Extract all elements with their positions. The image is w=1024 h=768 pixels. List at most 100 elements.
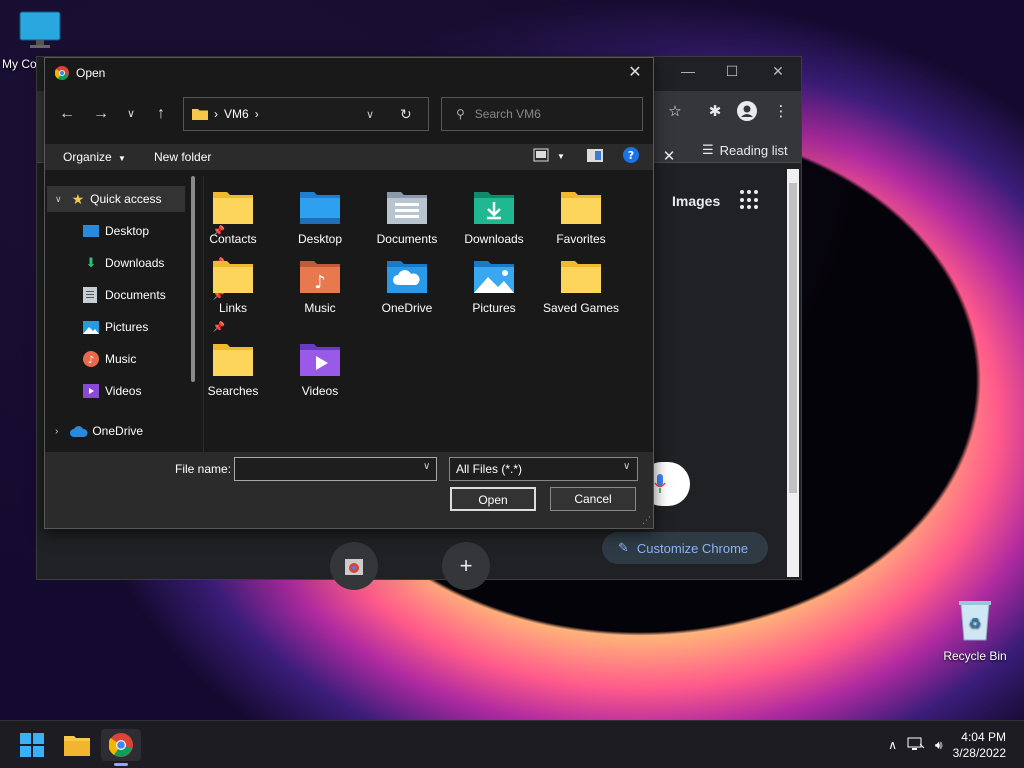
file-item[interactable]: Favorites xyxy=(541,186,621,247)
svg-text:♪: ♪ xyxy=(314,272,326,293)
network-icon[interactable] xyxy=(907,737,925,754)
desktop-folder-icon xyxy=(280,186,360,226)
maximize-icon[interactable]: ☐ xyxy=(717,63,747,83)
scrollbar-thumb[interactable] xyxy=(789,183,797,493)
add-shortcut-button[interactable]: + xyxy=(442,542,490,590)
refresh-icon[interactable]: ↻ xyxy=(400,106,412,123)
videos-folder-icon xyxy=(280,338,360,378)
resize-grip-icon[interactable]: ⋰ xyxy=(642,515,651,526)
monitor-icon xyxy=(0,10,80,53)
chevron-up-icon[interactable]: ∧ xyxy=(888,738,897,752)
chrome-store-icon xyxy=(345,559,363,575)
svg-text:♪: ♪ xyxy=(88,355,94,366)
dialog-bottom-bar: File name: ∨ All Files (*.*) ∨ Open Canc… xyxy=(45,452,653,528)
file-item[interactable]: Pictures xyxy=(454,255,534,316)
expand-chevron-icon[interactable]: ∨ xyxy=(55,194,62,205)
search-box[interactable]: ⚲ Search VM6 xyxy=(441,97,643,131)
back-arrow-icon[interactable]: ← xyxy=(57,104,77,124)
images-link[interactable]: Images xyxy=(672,193,720,209)
file-item[interactable]: Desktop xyxy=(280,186,360,247)
nav-item-label: Pictures xyxy=(105,320,149,334)
onedrive-folder-icon xyxy=(367,255,447,295)
recent-locations-chevron-icon[interactable]: ∨ xyxy=(121,104,141,124)
file-item[interactable]: Documents xyxy=(367,186,447,247)
chrome-taskbar-button[interactable] xyxy=(101,729,141,761)
plus-icon: + xyxy=(459,553,473,578)
system-tray: ∧ 🔊︎ 4:04 PM 3/28/2022 xyxy=(888,721,1024,768)
help-icon[interactable]: ? xyxy=(623,147,639,166)
pin-icon: 📌 xyxy=(212,321,225,333)
pencil-icon: ✎ xyxy=(618,540,629,555)
desktop-icon xyxy=(83,225,99,237)
file-item-label: OneDrive xyxy=(381,301,433,315)
nav-item-label: Music xyxy=(105,352,137,366)
navigation-pane: ∨ ★ Quick access Desktop 📌 ⬇ Downloads 📌… xyxy=(45,176,225,452)
organize-menu[interactable]: Organize ▼ xyxy=(63,150,126,164)
close-icon[interactable]: ✕ xyxy=(763,63,793,83)
change-view-icon[interactable] xyxy=(533,148,549,165)
address-dropdown-chevron-icon[interactable]: ∨ xyxy=(366,108,374,121)
page-scrollbar[interactable] xyxy=(787,169,799,577)
desktop-icon-recycle-bin[interactable]: ♻ Recycle Bin xyxy=(935,598,1015,663)
file-type-dropdown-chevron-icon[interactable]: ∨ xyxy=(623,461,630,472)
forward-arrow-icon[interactable]: → xyxy=(91,104,111,124)
search-placeholder: Search VM6 xyxy=(474,107,541,121)
nav-item-quick-access[interactable]: ∨ ★ Quick access xyxy=(47,186,185,212)
file-item[interactable]: Searches xyxy=(193,338,273,399)
dropdown-caret-icon: ▼ xyxy=(118,154,126,163)
nav-item-pictures[interactable]: Pictures 📌 xyxy=(83,314,225,340)
folder-icon xyxy=(192,109,208,120)
file-item[interactable]: OneDrive xyxy=(367,255,447,316)
menu-icon[interactable]: ⋮ xyxy=(769,99,793,123)
reading-list-icon: ☰ xyxy=(702,142,714,157)
expand-chevron-icon[interactable]: › xyxy=(55,426,58,437)
file-item[interactable]: Saved Games xyxy=(541,255,621,316)
pictures-folder-icon xyxy=(454,255,534,295)
google-apps-icon[interactable] xyxy=(740,190,760,210)
file-name-label: File name: xyxy=(175,462,232,476)
volume-icon[interactable]: 🔊︎ xyxy=(935,738,943,753)
command-bar: Organize ▼ New folder ▼ ? xyxy=(45,144,653,170)
new-folder-button[interactable]: New folder xyxy=(154,150,211,164)
up-arrow-icon[interactable]: ↑ xyxy=(151,104,171,124)
documents-folder-icon xyxy=(367,186,447,226)
file-item-label: Links xyxy=(218,301,247,315)
file-name-input[interactable] xyxy=(234,457,437,481)
file-type-select[interactable]: All Files (*.*) xyxy=(449,457,638,481)
address-path[interactable]: VM6 xyxy=(224,107,249,121)
address-bar[interactable]: › VM6 › ∨ ↻ xyxy=(183,97,429,131)
close-icon[interactable]: ✕ xyxy=(625,63,645,83)
file-item[interactable]: Links xyxy=(193,255,273,316)
shortcut-tile[interactable] xyxy=(330,542,378,590)
folder-icon xyxy=(541,186,621,226)
minimize-icon[interactable]: — xyxy=(673,63,703,83)
file-item[interactable]: Contacts xyxy=(193,186,273,247)
file-item-label: Searches xyxy=(207,384,259,398)
file-item[interactable]: ♪ Music xyxy=(280,255,360,316)
extensions-icon[interactable]: ✱ xyxy=(703,99,727,123)
file-item-label: Contacts xyxy=(209,232,257,246)
preview-pane-icon[interactable] xyxy=(587,149,603,165)
file-explorer-taskbar-button[interactable] xyxy=(57,729,97,761)
document-icon xyxy=(83,287,97,303)
start-button[interactable] xyxy=(12,729,52,761)
open-file-dialog: Open ✕ ← → ∨ ↑ › VM6 › ∨ ↻ ⚲ Search VM6 … xyxy=(44,57,654,529)
open-button[interactable]: Open xyxy=(450,487,536,511)
clock[interactable]: 4:04 PM 3/28/2022 xyxy=(953,729,1006,761)
customize-chrome-button[interactable]: ✎ Customize Chrome xyxy=(602,532,768,564)
reading-list-button[interactable]: ☰ Reading list xyxy=(702,142,788,158)
nav-item-onedrive[interactable]: › OneDrive xyxy=(47,418,185,444)
file-name-dropdown-chevron-icon[interactable]: ∨ xyxy=(423,461,430,472)
file-item[interactable]: Videos xyxy=(280,338,360,399)
navigation-bar: ← → ∨ ↑ › VM6 › ∨ ↻ ⚲ Search VM6 xyxy=(45,96,653,132)
profile-icon[interactable] xyxy=(735,99,759,123)
reading-list-label: Reading list xyxy=(719,142,788,158)
cancel-button[interactable]: Cancel xyxy=(550,487,636,511)
dialog-titlebar: Open xyxy=(45,58,653,88)
file-item[interactable]: Downloads xyxy=(454,186,534,247)
file-item-label: Pictures xyxy=(472,301,516,315)
nav-item-label: Downloads xyxy=(105,256,165,270)
recycle-bin-icon: ♻ xyxy=(935,598,1015,645)
bookmark-star-icon[interactable]: ☆ xyxy=(663,99,687,123)
view-options-caret-icon[interactable]: ▼ xyxy=(557,152,565,161)
